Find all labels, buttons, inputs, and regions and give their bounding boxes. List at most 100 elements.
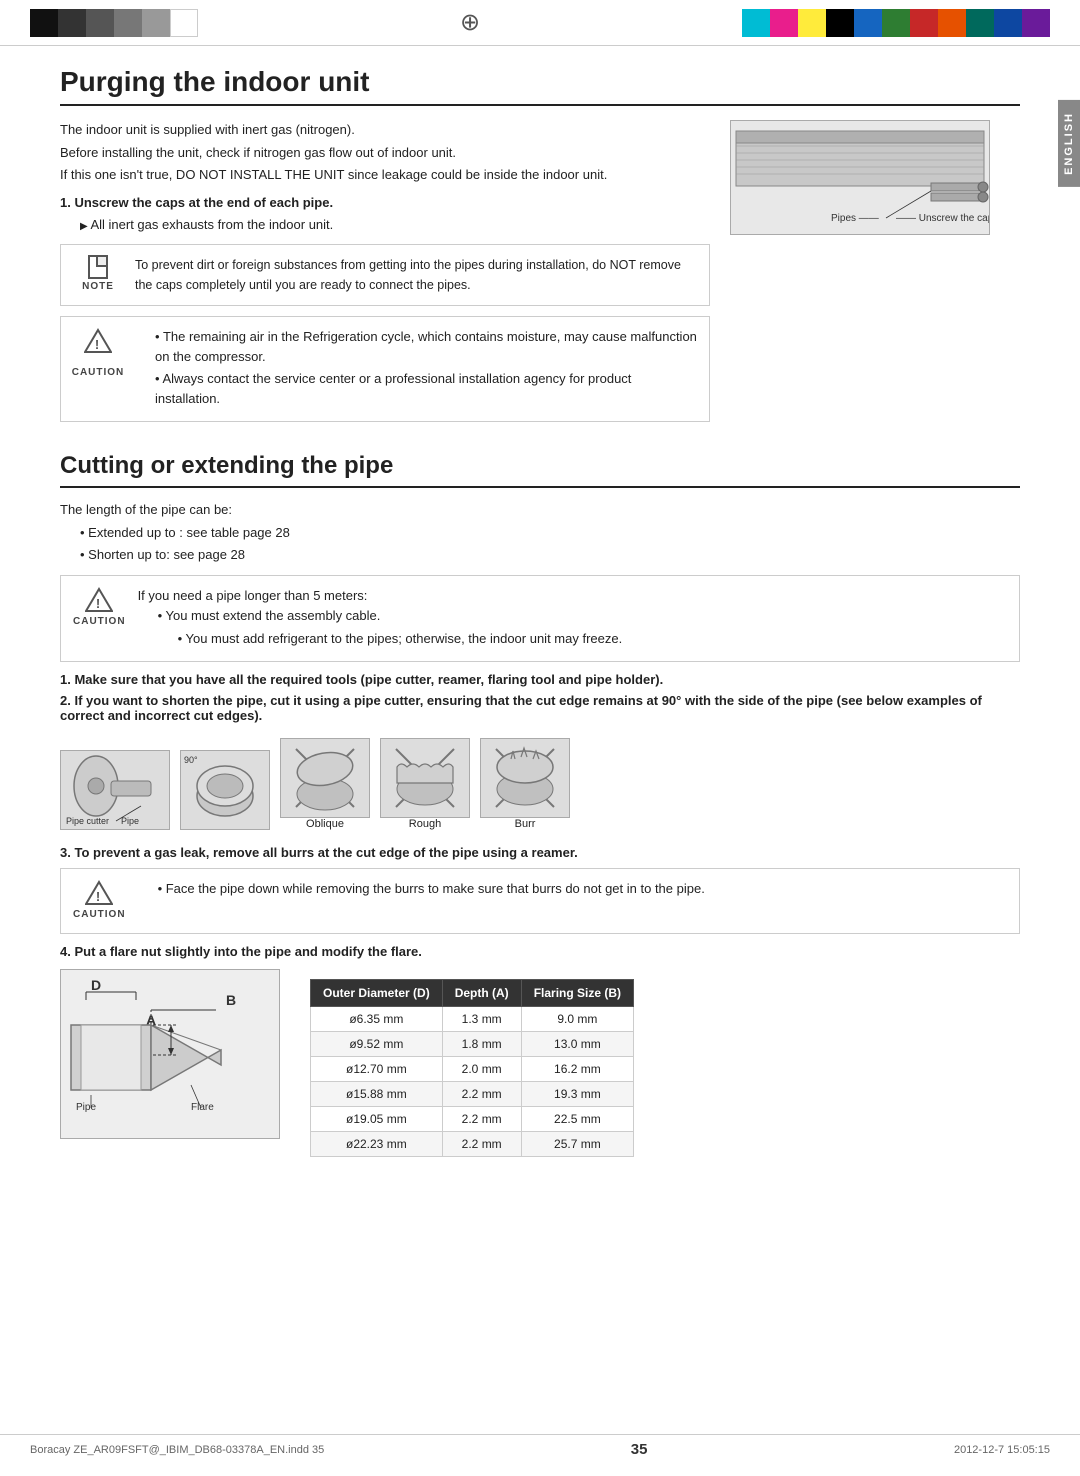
cut-diagram-90: 90° <box>180 750 270 830</box>
table-header-outer-diameter: Outer Diameter (D) <box>311 980 443 1007</box>
color-block-magenta <box>770 9 798 37</box>
step5-text: 4. Put a flare nut slightly into the pip… <box>60 944 1020 959</box>
caution3-line: Face the pipe down while removing the bu… <box>158 879 705 899</box>
svg-text:!: ! <box>95 337 99 352</box>
table-cell: ø15.88 mm <box>311 1082 443 1107</box>
footer-left: Boracay ZE_AR09FSFT@_IBIM_DB68-03378A_EN… <box>30 1444 324 1456</box>
table-cell: ø19.05 mm <box>311 1107 443 1132</box>
section1-left-col: The indoor unit is supplied with inert g… <box>60 120 710 432</box>
caution-icon-area-1: ! CAUTION <box>73 327 123 411</box>
color-block-green <box>882 9 910 37</box>
table-cell: 22.5 mm <box>521 1107 633 1132</box>
table-cell: 13.0 mm <box>521 1032 633 1057</box>
cut-90-svg: 90° <box>181 751 269 829</box>
cutting-diagrams-row: Pipe cutter Pipe 90° <box>60 738 1020 830</box>
caution-label-3: CAUTION <box>73 907 126 923</box>
color-block-purple <box>1022 9 1050 37</box>
cut-label-oblique: Oblique <box>306 818 344 830</box>
step1-label: 1. Unscrew the caps at the end of each p… <box>60 195 710 210</box>
table-cell: 2.2 mm <box>442 1107 521 1132</box>
cut-box-oblique <box>280 738 370 818</box>
page-number: 35 <box>631 1441 648 1458</box>
step3-strong: 2. If you want to shorten the pipe, cut … <box>60 693 982 723</box>
caution-line-2: Always contact the service center or a p… <box>155 369 697 408</box>
table-cell: ø12.70 mm <box>311 1057 443 1082</box>
color-block <box>114 9 142 37</box>
table-row: ø12.70 mm2.0 mm16.2 mm <box>311 1057 634 1082</box>
cut-box-90: 90° <box>180 750 270 830</box>
caution-label-2: CAUTION <box>73 614 126 630</box>
section1-right-col: Pipes —— —— Unscrew the caps <box>730 120 1020 432</box>
note-doc-icon <box>88 255 108 279</box>
table-cell: 1.3 mm <box>442 1007 521 1032</box>
table-row: ø19.05 mm2.2 mm22.5 mm <box>311 1107 634 1132</box>
table-cell: ø9.52 mm <box>311 1032 443 1057</box>
table-cell: 2.2 mm <box>442 1132 521 1157</box>
section2-bullet-1: Extended up to : see table page 28 <box>80 523 1020 543</box>
table-cell: 2.2 mm <box>442 1082 521 1107</box>
color-block-teal <box>966 9 994 37</box>
caution-icon-area-3: ! CAUTION <box>73 879 126 923</box>
flare-table: Outer Diameter (D) Depth (A) Flaring Siz… <box>310 979 634 1157</box>
table-cell: 19.3 mm <box>521 1082 633 1107</box>
caution-triangle-icon: ! <box>84 327 112 361</box>
table-header-flaring: Flaring Size (B) <box>521 980 633 1007</box>
intro-text-3: If this one isn't true, DO NOT INSTALL T… <box>60 165 710 185</box>
caution-text-2: If you need a pipe longer than 5 meters:… <box>138 586 623 652</box>
caution-text-1: The remaining air in the Refrigeration c… <box>135 327 697 411</box>
cut-label-burr: Burr <box>515 818 536 830</box>
section2-intro: The length of the pipe can be: <box>60 500 1020 520</box>
step4-text: 3. To prevent a gas leak, remove all bur… <box>60 845 1020 860</box>
cut-burr-svg <box>481 739 569 817</box>
cut-oblique-svg <box>281 739 369 817</box>
color-block-black <box>826 9 854 37</box>
color-block <box>30 9 58 37</box>
table-cell: ø22.23 mm <box>311 1132 443 1157</box>
intro-text-2: Before installing the unit, check if nit… <box>60 143 710 163</box>
caution-box-2: ! CAUTION If you need a pipe longer than… <box>60 575 1020 663</box>
table-header-depth: Depth (A) <box>442 980 521 1007</box>
color-block <box>58 9 86 37</box>
note-text: To prevent dirt or foreign substances fr… <box>135 255 697 295</box>
svg-text:—— Unscrew the caps: —— Unscrew the caps <box>896 213 990 224</box>
svg-text:D: D <box>91 977 101 993</box>
cut-diagram-oblique: Oblique <box>280 738 370 830</box>
svg-text:!: ! <box>96 889 100 904</box>
caution-box-1: ! CAUTION The remaining air in the Refri… <box>60 316 710 422</box>
intro-text-1: The indoor unit is supplied with inert g… <box>60 120 710 140</box>
cut-label-rough: Rough <box>409 818 441 830</box>
bottom-diagram-area: D A B <box>60 969 1020 1157</box>
color-block-blue <box>854 9 882 37</box>
color-block-yellow <box>798 9 826 37</box>
note-icon-area: NOTE <box>73 255 123 295</box>
svg-text:!: ! <box>96 596 100 611</box>
cut-box-burr <box>480 738 570 818</box>
pipe-flare-diagram: D A B <box>60 969 280 1139</box>
note-box: NOTE To prevent dirt or foreign substanc… <box>60 244 710 306</box>
table-row: ø22.23 mm2.2 mm25.7 mm <box>311 1132 634 1157</box>
svg-text:Flare: Flare <box>191 1102 214 1113</box>
section2-bullet-2: Shorten up to: see page 28 <box>80 545 1020 565</box>
caution3-text: Face the pipe down while removing the bu… <box>138 879 705 923</box>
table-row: ø9.52 mm1.8 mm13.0 mm <box>311 1032 634 1057</box>
step2-text: 1. Make sure that you have all the requi… <box>60 672 1020 687</box>
section-purging: Purging the indoor unit The indoor unit … <box>60 66 1020 432</box>
footer-right: 2012-12-7 15:05:15 <box>954 1444 1050 1456</box>
cut-diagram-burr: Burr <box>480 738 570 830</box>
color-block <box>170 9 198 37</box>
section1-two-col: The indoor unit is supplied with inert g… <box>60 120 1020 432</box>
svg-text:Pipes ——: Pipes —— <box>831 213 879 224</box>
color-block-orange <box>938 9 966 37</box>
color-block-navy <box>994 9 1022 37</box>
step3-text: 2. If you want to shorten the pipe, cut … <box>60 693 1020 723</box>
cut-box-rough <box>380 738 470 818</box>
crosshair-icon: ⊕ <box>460 8 480 37</box>
section-cutting: Cutting or extending the pipe The length… <box>60 452 1020 1157</box>
section2-title: Cutting or extending the pipe <box>60 452 1020 488</box>
top-bar: ⊕ <box>0 0 1080 46</box>
table-cell: 1.8 mm <box>442 1032 521 1057</box>
caution-icon-area-2: ! CAUTION <box>73 586 126 652</box>
table-row: ø6.35 mm1.3 mm9.0 mm <box>311 1007 634 1032</box>
step2-strong: 1. Make sure that you have all the requi… <box>60 672 663 687</box>
page-footer: Boracay ZE_AR09FSFT@_IBIM_DB68-03378A_EN… <box>0 1434 1080 1458</box>
